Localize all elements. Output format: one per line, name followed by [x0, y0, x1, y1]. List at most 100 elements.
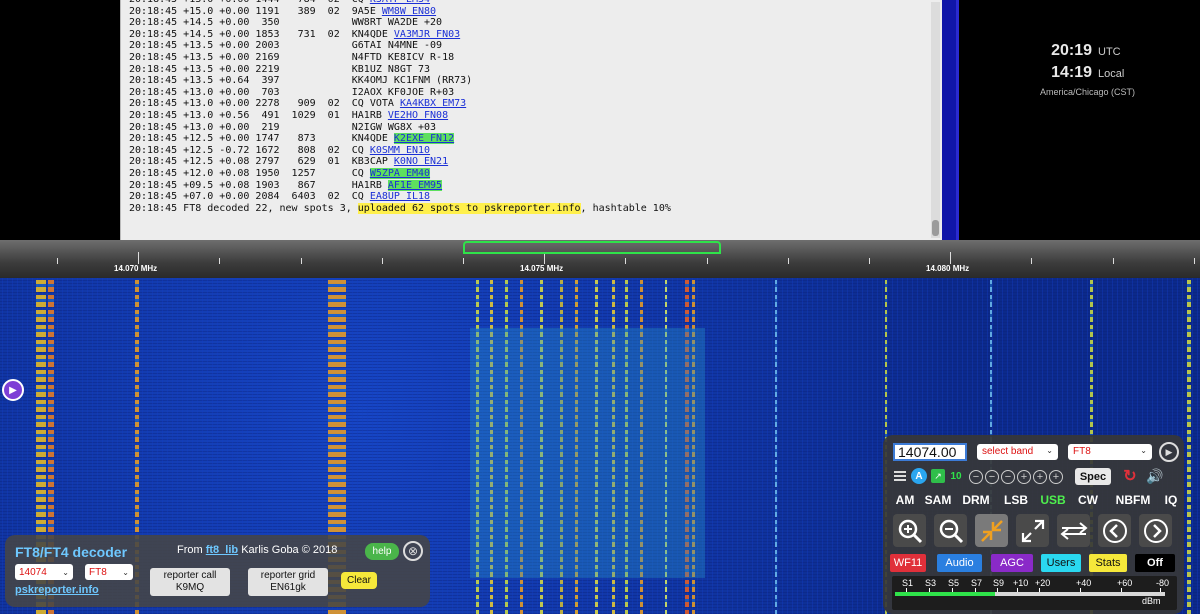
- step-down-large-icon[interactable]: −: [969, 470, 983, 484]
- close-icon[interactable]: ⊗: [403, 541, 423, 561]
- scale-tick: [381, 258, 383, 264]
- scale-tick: [57, 258, 58, 264]
- band-select-value: select band: [982, 446, 1034, 457]
- mode-button-usb[interactable]: USB: [1038, 491, 1068, 508]
- stats-button[interactable]: Stats: [1089, 554, 1127, 572]
- step-up-large-icon[interactable]: +: [1049, 470, 1063, 484]
- mode-button-lsb[interactable]: LSB: [1001, 491, 1031, 508]
- author: Karlis Goba © 2018: [241, 544, 338, 556]
- freq-label-14080: 14.080 MHz: [926, 264, 970, 273]
- console-line-text: 20:18:45 +13.5 +0.00 2219 KB1UZ N8GT 73: [129, 63, 431, 75]
- scale-tick: [300, 258, 302, 264]
- spec-button[interactable]: Spec: [1075, 468, 1111, 485]
- signal-cluster: [470, 328, 705, 578]
- ft8-frequency-value: 14074: [19, 566, 47, 578]
- mode-button-am[interactable]: AM: [890, 491, 920, 508]
- scale-tick: [1112, 258, 1114, 264]
- frequency-input[interactable]: 14074.00: [893, 443, 967, 461]
- web-sdr-window: 20:18:45 +13.0 +0.00 1444 784 02 CQ K3AT…: [0, 0, 1200, 614]
- scale-tick: [219, 258, 221, 264]
- auto-button[interactable]: A: [911, 468, 927, 484]
- off-button[interactable]: Off: [1135, 554, 1175, 572]
- console-line: 20:18:45 +12.5 -0.72 1672 808 02 CQ K0SM…: [129, 145, 671, 157]
- reporter-grid-button[interactable]: reporter grid EN61gk: [248, 568, 328, 596]
- callsign-link[interactable]: K0NO EN21: [394, 156, 448, 167]
- step-down-small-icon[interactable]: −: [1001, 470, 1015, 484]
- step-value: 10: [950, 470, 962, 482]
- ft8-lib-link[interactable]: ft8_lib: [206, 544, 238, 556]
- console-line: 20:18:45 +13.5 +0.00 2003 G6TAI N4MNE -0…: [129, 40, 671, 52]
- callsign-link[interactable]: WM8W EN80: [382, 6, 436, 17]
- mode-button-cw[interactable]: CW: [1073, 491, 1103, 508]
- mode-button-drm[interactable]: DRM: [961, 491, 991, 508]
- page-left-icon[interactable]: [1098, 514, 1131, 547]
- callsign-link[interactable]: VE2HO FN08: [388, 110, 448, 121]
- callsign-link[interactable]: KA4KBX EM73: [400, 98, 466, 109]
- console-line: 20:18:45 +12.5 +0.00 1747 873 KN4QDE K2E…: [129, 133, 671, 145]
- mode-buttons: AM SAM DRM LSB USB CW NBFM IQ: [890, 491, 1182, 508]
- speaker-icon[interactable]: 🔊: [1145, 467, 1165, 485]
- pskreporter-link[interactable]: pskreporter.info: [15, 584, 99, 596]
- callsign-link[interactable]: VA3MJR FN03: [394, 29, 460, 40]
- scale-tick: [1193, 258, 1195, 264]
- popout-icon[interactable]: ↗: [931, 469, 945, 483]
- help-button[interactable]: help: [365, 543, 399, 560]
- console-scrollbar[interactable]: [931, 2, 940, 238]
- callsign-link[interactable]: K2EXE FN12: [393, 133, 455, 145]
- ft8-mode-select[interactable]: FT8 ⌄: [85, 564, 133, 580]
- callsign-link[interactable]: AF1E EM95: [387, 179, 443, 191]
- callsign-link[interactable]: W5ZPA EM40: [369, 167, 431, 179]
- console-edge: [942, 0, 959, 240]
- console-scroll-thumb[interactable]: [932, 220, 939, 236]
- clear-button[interactable]: Clear: [341, 572, 377, 589]
- band-select[interactable]: select band ⌄: [977, 444, 1058, 460]
- zoom-to-passband-icon[interactable]: [975, 514, 1008, 547]
- mode-button-iq[interactable]: IQ: [1156, 491, 1186, 508]
- side-panel-toggle-icon[interactable]: ▶: [2, 379, 24, 401]
- step-up-small-icon[interactable]: +: [1017, 470, 1031, 484]
- reporter-call-button[interactable]: reporter call K9MQ: [150, 568, 230, 596]
- s-meter-label: +60: [1117, 578, 1133, 588]
- scale-tick: [950, 252, 952, 264]
- freq-label-14070: 14.070 MHz: [114, 264, 158, 273]
- callsign-link[interactable]: K3ATP EM34: [370, 0, 430, 5]
- console-line-text: 20:18:45 +13.5 +0.64 397 KK4OMJ KC1FNM (…: [129, 75, 473, 87]
- scale-tick: [1031, 258, 1033, 264]
- ft8-frequency-select[interactable]: 14074 ⌄: [15, 564, 73, 580]
- scale-tick: [463, 258, 464, 264]
- mode-button-nbfm[interactable]: NBFM: [1112, 491, 1154, 508]
- reload-icon[interactable]: ↻: [1121, 467, 1139, 485]
- extension-select[interactable]: FT8 ⌄: [1068, 444, 1152, 460]
- s-meter-label: S1: [902, 578, 914, 588]
- receiver-control-panel: 14074.00 select band ⌄ FT8 ⌄ ▶ A ↗ 10 − − …: [883, 435, 1184, 614]
- console-lines: 20:18:45 +13.0 +0.00 1444 784 02 CQ K3AT…: [129, 0, 671, 214]
- console-line: 20:18:45 +13.5 +0.64 397 KK4OMJ KC1FNM (…: [129, 75, 671, 87]
- users-button[interactable]: Users: [1041, 554, 1081, 572]
- play-icon[interactable]: ▶: [1159, 442, 1179, 462]
- step-down-medium-icon[interactable]: −: [985, 470, 999, 484]
- ft8-console[interactable]: 20:18:45 +13.0 +0.00 1444 784 02 CQ K3AT…: [120, 0, 942, 240]
- console-line: 20:18:45 +14.5 +0.00 1853 731 02 KN4QDE …: [129, 29, 671, 41]
- reporter-grid-label: reporter grid: [260, 570, 316, 581]
- zoom-max-out-icon[interactable]: [1016, 514, 1049, 547]
- menu-icon[interactable]: [893, 469, 907, 483]
- scale-tick: [706, 258, 708, 264]
- scale-tick: [138, 252, 140, 264]
- callsign-link[interactable]: K0SMM EN10: [370, 145, 430, 156]
- swap-arrows-icon[interactable]: [1057, 514, 1090, 547]
- mode-button-sam[interactable]: SAM: [923, 491, 953, 508]
- s-meter-label: S3: [925, 578, 937, 588]
- zoom-out-icon[interactable]: [934, 514, 967, 547]
- console-line: 20:18:45 +12.5 +0.08 2797 629 01 KB3CAP …: [129, 156, 671, 168]
- agc-button[interactable]: AGC: [991, 554, 1033, 572]
- scale-tick: [869, 258, 870, 264]
- console-line: 20:18:45 +13.0 +0.00 703 I2AOX KF0JOE R+…: [129, 87, 671, 99]
- reporter-call-label: reporter call: [163, 570, 217, 581]
- wf-button[interactable]: WF11: [890, 554, 926, 572]
- zoom-in-icon[interactable]: [893, 514, 926, 547]
- audio-button[interactable]: Audio: [937, 554, 982, 572]
- s-meter: S1 S3 S5 S7 S9 +10 +20 +40 +60 -80 dBm: [892, 576, 1177, 610]
- step-up-medium-icon[interactable]: +: [1033, 470, 1047, 484]
- page-right-icon[interactable]: [1139, 514, 1172, 547]
- callsign-link[interactable]: EA8UP IL18: [370, 191, 430, 202]
